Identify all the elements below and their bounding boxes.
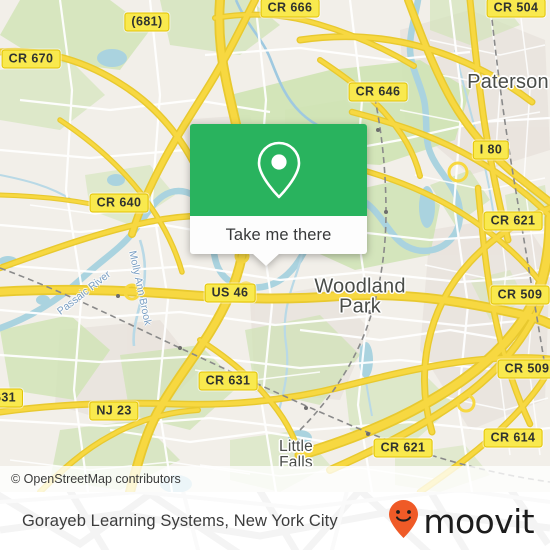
footer-bar: Gorayeb Learning Systems, New York City … — [0, 492, 550, 550]
route-shield-cr-666[interactable]: CR 666 — [260, 0, 320, 18]
route-shield-681[interactable]: (681) — [124, 12, 170, 32]
route-shield-cr-621-south[interactable]: CR 621 — [373, 438, 433, 458]
route-shield-cr-640[interactable]: CR 640 — [89, 193, 149, 213]
route-shield-cr-621-north[interactable]: CR 621 — [483, 211, 543, 231]
route-shield-cr-509-north[interactable]: CR 509 — [490, 285, 550, 305]
route-shield-us-46[interactable]: US 46 — [204, 283, 256, 303]
location-title: Gorayeb Learning Systems, New York City — [22, 511, 338, 530]
route-shield-631-partial[interactable]: 631 — [0, 388, 24, 408]
moovit-wordmark: moovit — [423, 501, 534, 541]
route-shield-cr-670[interactable]: CR 670 — [1, 49, 61, 69]
map-canvas[interactable]: Paterson Woodland Park Little Falls Pass… — [0, 0, 550, 492]
moovit-map-screenshot: Paterson Woodland Park Little Falls Pass… — [0, 0, 550, 550]
route-shield-cr-646[interactable]: CR 646 — [348, 82, 408, 102]
moovit-pin-smiley-icon — [387, 499, 420, 544]
popup-action-bar[interactable]: Take me there — [190, 216, 367, 254]
route-shield-i-80[interactable]: I 80 — [472, 140, 510, 160]
attribution-text: © OpenStreetMap contributors — [11, 472, 181, 486]
take-me-there-label: Take me there — [225, 225, 332, 244]
route-shield-cr-631[interactable]: CR 631 — [198, 371, 258, 391]
route-shield-nj-23[interactable]: NJ 23 — [89, 401, 139, 421]
moovit-brand-logo[interactable]: moovit — [387, 499, 535, 544]
route-shield-cr-509-south[interactable]: CR 509 — [497, 359, 550, 379]
location-popup-card[interactable]: Take me there — [190, 124, 367, 266]
map-attribution: © OpenStreetMap contributors — [0, 466, 550, 492]
route-shield-cr-614[interactable]: CR 614 — [483, 428, 543, 448]
popup-header — [190, 124, 367, 216]
route-shield-cr-504[interactable]: CR 504 — [486, 0, 546, 18]
map-pin-icon — [254, 139, 304, 201]
popup-pointer-tail — [252, 253, 280, 266]
